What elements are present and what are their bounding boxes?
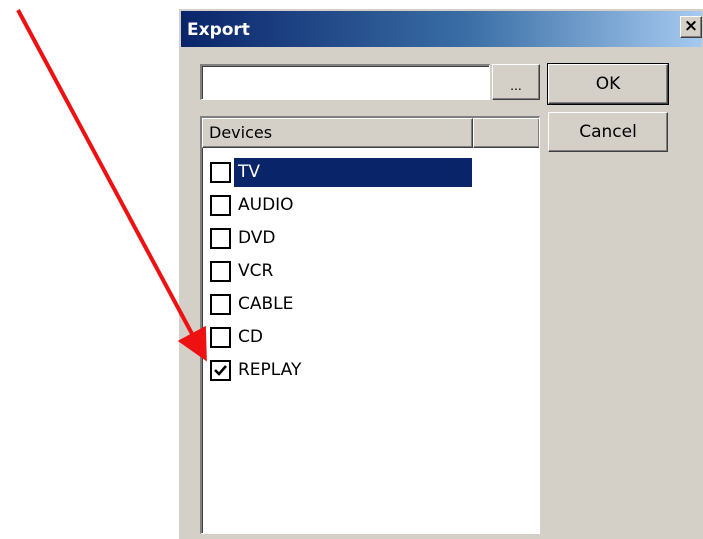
device-label: CABLE	[238, 294, 294, 314]
device-label: CD	[238, 327, 263, 347]
device-label: DVD	[238, 228, 276, 248]
device-checkbox[interactable]	[210, 195, 231, 216]
screenshot-stage: Export × ... OK Cancel Devices TV AUDIO DV…	[0, 0, 703, 539]
list-header: Devices	[202, 118, 539, 148]
cancel-button[interactable]: Cancel	[548, 112, 668, 152]
dialog-title: Export	[187, 20, 250, 40]
device-row-vcr[interactable]: VCR	[202, 255, 539, 288]
close-button[interactable]: ×	[680, 16, 702, 38]
device-row-dvd[interactable]: DVD	[202, 222, 539, 255]
title-bar[interactable]: Export ×	[181, 11, 702, 47]
device-label: TV	[234, 158, 472, 187]
device-list[interactable]: Devices TV AUDIO DVD VCR CABLE CD REPLAY	[200, 116, 540, 534]
device-row-replay[interactable]: REPLAY	[202, 354, 539, 387]
close-icon: ×	[683, 16, 699, 36]
export-path-input[interactable]	[200, 64, 490, 100]
arrow-line	[16, 9, 207, 362]
browse-button[interactable]: ...	[492, 64, 540, 100]
device-checkbox[interactable]	[210, 228, 231, 249]
device-checkbox[interactable]	[210, 327, 231, 348]
device-row-audio[interactable]: AUDIO	[202, 189, 539, 222]
device-checkbox[interactable]	[210, 294, 231, 315]
device-row-tv[interactable]: TV	[202, 156, 539, 189]
ok-button[interactable]: OK	[547, 63, 669, 105]
checkmark-icon	[214, 365, 227, 376]
export-dialog: Export × ... OK Cancel Devices TV AUDIO DV…	[178, 8, 703, 539]
device-row-cd[interactable]: CD	[202, 321, 539, 354]
device-label: AUDIO	[238, 195, 294, 215]
device-checkbox[interactable]	[210, 261, 231, 282]
device-row-cable[interactable]: CABLE	[202, 288, 539, 321]
device-checkbox[interactable]	[210, 360, 231, 381]
device-label: REPLAY	[238, 360, 302, 380]
device-rows: TV AUDIO DVD VCR CABLE CD REPLAY	[202, 156, 539, 387]
device-checkbox[interactable]	[210, 162, 231, 183]
device-label: VCR	[238, 261, 274, 281]
column-header-extra[interactable]	[473, 118, 539, 148]
column-header-devices[interactable]: Devices	[202, 118, 473, 148]
